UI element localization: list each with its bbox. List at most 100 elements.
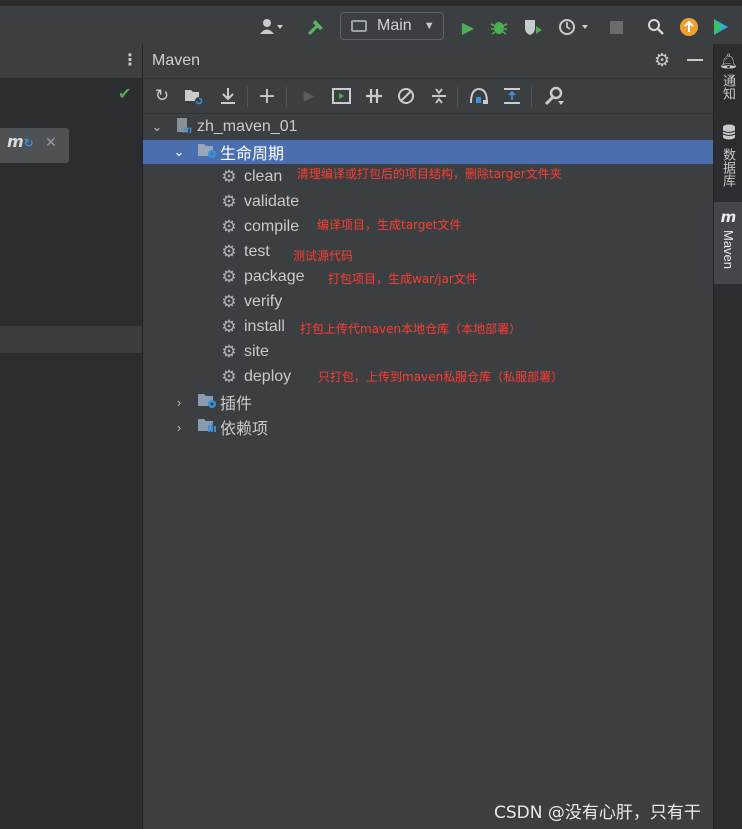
lifecycle-label: 生命周期: [220, 146, 285, 163]
goal-label: install: [244, 318, 285, 335]
bell-icon: 🔔︎: [718, 52, 739, 70]
goal-label: compile: [244, 218, 300, 235]
generate-sources-icon[interactable]: [183, 85, 205, 107]
gear-icon[interactable]: ⚙: [654, 50, 670, 71]
svg-text:m: m: [183, 125, 192, 134]
goal-item-verify[interactable]: ⚙ verify: [219, 290, 282, 314]
tree-lifecycle-node[interactable]: ⌄ 生命周期: [171, 140, 284, 164]
goal-item-clean[interactable]: ⚙ clean: [219, 165, 282, 189]
project-name: zh_maven_01: [197, 118, 298, 135]
tab-database[interactable]: 数据库: [714, 124, 742, 187]
plugins-label: 插件: [220, 396, 253, 413]
plugins-folder-icon: [197, 391, 217, 414]
download-icon[interactable]: [217, 85, 239, 107]
user-icon[interactable]: [256, 16, 288, 38]
annotation-clean: 清理编译或打包后的项目结构，删除targer文件夹: [297, 167, 562, 181]
tab-database-label: 数据库: [721, 148, 736, 187]
goal-item-install[interactable]: ⚙ install: [219, 315, 285, 339]
editor-tab-maven-reload[interactable]: m↻ ✕: [0, 128, 69, 163]
left-panel: ⋮ ✔ m↻ ✕: [0, 44, 143, 829]
minimize-icon[interactable]: [687, 59, 703, 61]
csdn-watermark: CSDN @没有心肝，只有干: [494, 803, 701, 823]
goal-label: verify: [244, 293, 283, 310]
goal-label: clean: [244, 168, 283, 185]
tab-maven-label: Maven: [721, 230, 736, 270]
run-config-label: Main: [377, 17, 412, 34]
gear-icon: ⚙: [221, 267, 237, 286]
gear-icon: ⚙: [221, 342, 237, 361]
tree-plugins-node[interactable]: › 插件: [171, 390, 252, 414]
gear-icon: ⚙: [221, 317, 237, 336]
tree-dependencies-node[interactable]: › 依赖项: [171, 415, 268, 439]
reload-icon[interactable]: ↻: [151, 85, 173, 107]
skip-tests-icon[interactable]: [395, 85, 417, 107]
maven-tool-window: Maven ⚙ ↻ + ▶ ⌄ m zh_maven_01 ⌄ 生命周期 ⚙ c…: [143, 44, 713, 829]
search-icon[interactable]: [645, 16, 667, 38]
goal-item-site[interactable]: ⚙ site: [219, 340, 269, 364]
annotation-install: 打包上传代maven本地仓库（本地部署）: [300, 322, 522, 336]
annotation-compile: 编译项目，生成target文件: [317, 218, 462, 232]
chevron-down-icon: ▼: [423, 20, 435, 32]
maven-header: Maven ⚙: [143, 44, 713, 79]
gear-icon: ⚙: [221, 167, 237, 186]
maven-icon: m: [720, 208, 737, 226]
right-tool-strip: 🔔︎ 通知 数据库 m Maven: [713, 44, 742, 829]
run-icon[interactable]: ▶: [458, 16, 478, 38]
run-config-select[interactable]: Main ▼: [340, 12, 444, 40]
goal-item-validate[interactable]: ⚙ validate: [219, 190, 299, 214]
chevron-down-icon[interactable]: ⌄: [149, 119, 165, 135]
goal-label: package: [244, 268, 305, 285]
profile-icon[interactable]: [556, 16, 594, 38]
add-icon[interactable]: +: [256, 84, 278, 109]
chevron-down-icon[interactable]: ⌄: [171, 144, 187, 160]
close-icon[interactable]: ✕: [45, 135, 57, 151]
main-toolbar: Main ▼ ▶: [0, 0, 742, 44]
left-panel-header: ⋮: [0, 44, 142, 79]
collapse-all-icon[interactable]: [428, 85, 450, 107]
annotation-package: 打包项目，生成war/jar文件: [328, 272, 478, 286]
tree-project-node[interactable]: ⌄ m zh_maven_01: [149, 115, 298, 139]
annotation-test: 测试源代码: [293, 249, 354, 263]
lifecycle-folder-icon: [197, 141, 217, 164]
maven-refresh-icon: m↻: [7, 132, 34, 151]
database-icon: [722, 124, 736, 144]
toggle-offline-icon[interactable]: [363, 85, 385, 107]
run-maven-build-icon[interactable]: ▶: [298, 85, 320, 107]
expand-all-icon[interactable]: [501, 85, 523, 107]
goal-label: validate: [244, 193, 300, 210]
gear-icon: ⚙: [221, 217, 237, 236]
more-options-icon[interactable]: ⋮: [122, 50, 138, 69]
execute-goal-icon[interactable]: [331, 85, 353, 107]
annotation-deploy: 只打包，上传到maven私服仓库（私服部署）: [318, 370, 564, 384]
maven-toolbar: ↻ + ▶: [143, 79, 713, 114]
maven-title: Maven: [152, 52, 201, 69]
dependencies-folder-icon: [197, 416, 217, 439]
gear-icon: ⚙: [221, 292, 237, 311]
tab-maven[interactable]: m Maven: [714, 202, 742, 284]
goal-item-deploy[interactable]: ⚙ deploy: [219, 365, 291, 389]
chevron-right-icon[interactable]: ›: [171, 420, 187, 435]
check-icon: ✔: [118, 84, 132, 103]
tab-notifications[interactable]: 🔔︎ 通知: [714, 52, 742, 100]
show-dependencies-icon[interactable]: [468, 85, 490, 107]
goal-item-package[interactable]: ⚙ package: [219, 265, 305, 289]
gear-icon: ⚙: [221, 192, 237, 211]
dependencies-label: 依赖项: [220, 421, 269, 438]
window-icon: [351, 20, 367, 32]
maven-settings-wrench-icon[interactable]: [543, 85, 565, 107]
gear-icon: ⚙: [221, 242, 237, 261]
coverage-icon[interactable]: [522, 16, 544, 38]
tab-notifications-label: 通知: [721, 74, 736, 100]
goal-label: test: [244, 243, 270, 260]
toolbox-icon[interactable]: [710, 16, 732, 38]
update-icon[interactable]: [678, 16, 700, 38]
goal-item-compile[interactable]: ⚙ compile: [219, 215, 299, 239]
stop-icon[interactable]: [607, 16, 625, 38]
build-hammer-icon[interactable]: [304, 16, 328, 38]
chevron-right-icon[interactable]: ›: [171, 395, 187, 410]
goal-label: site: [244, 343, 269, 360]
maven-project-icon: m: [175, 116, 193, 139]
goal-item-test[interactable]: ⚙ test: [219, 240, 270, 264]
debug-icon[interactable]: [488, 16, 510, 38]
gear-icon: ⚙: [221, 367, 237, 386]
